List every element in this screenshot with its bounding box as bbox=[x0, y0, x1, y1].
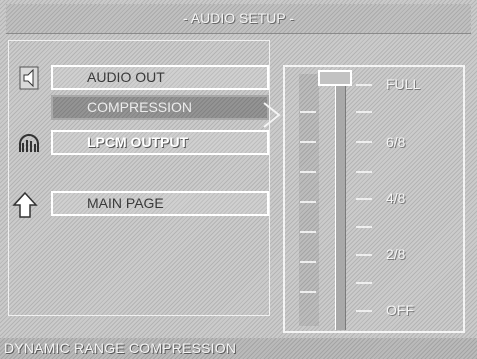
scale-tick bbox=[356, 254, 372, 256]
scale-tick bbox=[356, 171, 372, 173]
menu-panel: AUDIO OUT COMPRESSION LPCM OUTPUT MAIN P… bbox=[8, 40, 270, 316]
level-label-6-8[interactable]: 6/8 bbox=[386, 134, 405, 150]
scale-tick bbox=[356, 226, 372, 228]
scale-tick bbox=[356, 84, 372, 86]
level-label-2-8[interactable]: 2/8 bbox=[386, 246, 405, 262]
menu-item-lpcm-output[interactable]: LPCM OUTPUT bbox=[51, 130, 269, 155]
scale-tick bbox=[356, 198, 372, 200]
audio-setup-screen: - AUDIO SETUP - AUDIO OUT COMPRESSION LP… bbox=[0, 0, 477, 359]
level-label-off[interactable]: OFF bbox=[386, 302, 414, 318]
status-bar: DYNAMIC RANGE COMPRESSION bbox=[0, 338, 477, 359]
scale-tick bbox=[300, 141, 316, 143]
scale-tick bbox=[300, 171, 316, 173]
menu-item-compression[interactable]: COMPRESSION bbox=[51, 95, 269, 120]
lpcm-icon bbox=[19, 134, 39, 152]
scale-tick bbox=[300, 291, 316, 293]
scale-tick bbox=[356, 310, 372, 312]
scale-tick bbox=[300, 231, 316, 233]
scale-tick bbox=[300, 261, 316, 263]
up-arrow-icon bbox=[12, 191, 38, 218]
level-label-full[interactable]: FULL bbox=[386, 76, 420, 92]
scale-tick bbox=[356, 282, 372, 284]
scale-tick bbox=[356, 111, 372, 113]
page-title: - AUDIO SETUP - bbox=[6, 4, 471, 34]
slider-handle[interactable] bbox=[318, 70, 352, 86]
scale-tick bbox=[300, 111, 316, 113]
chevron-right-icon bbox=[263, 102, 281, 128]
level-label-4-8[interactable]: 4/8 bbox=[386, 190, 405, 206]
scale-tick bbox=[300, 201, 316, 203]
status-text: DYNAMIC RANGE COMPRESSION bbox=[4, 340, 237, 356]
slider-track[interactable] bbox=[335, 80, 346, 330]
menu-item-main-page[interactable]: MAIN PAGE bbox=[51, 191, 269, 216]
menu-item-audio-out[interactable]: AUDIO OUT bbox=[51, 65, 269, 90]
speaker-icon bbox=[19, 66, 39, 90]
scale-tick bbox=[356, 141, 372, 143]
